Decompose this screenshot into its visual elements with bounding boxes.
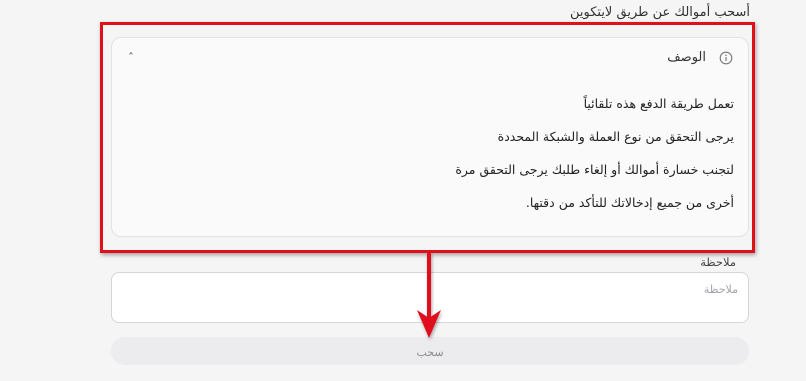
note-label: ملاحظة	[700, 255, 736, 269]
chevron-up-icon[interactable]: ˆ	[128, 50, 134, 66]
description-body: تعمل طريقة الدفع هذه تلقائياً يرجى التحق…	[134, 94, 734, 226]
description-card: ˆ الوصف تعمل طريقة الدفع هذه تلقائياً ير…	[111, 37, 749, 237]
description-line: يرجى التحقق من نوع العملة والشبكة المحدد…	[497, 129, 734, 144]
withdraw-button[interactable]: سحب	[111, 337, 749, 365]
description-line: أخرى من جميع إدخالاتك للتأكد من دقتها.	[525, 195, 734, 210]
withdraw-method-title: أسحب أموالك عن طريق لايتكوين	[569, 5, 750, 20]
withdraw-page: أسحب أموالك عن طريق لايتكوين ˆ الوصف تعم…	[0, 0, 806, 381]
description-line: لتجنب خسارة أموالك أو إلغاء طلبك يرجى ال…	[455, 162, 734, 177]
description-line: تعمل طريقة الدفع هذه تلقائياً	[583, 96, 734, 111]
description-card-header[interactable]: ˆ الوصف	[112, 38, 748, 82]
description-title: الوصف	[667, 50, 706, 65]
note-field[interactable]	[111, 272, 749, 323]
info-icon	[719, 51, 733, 65]
